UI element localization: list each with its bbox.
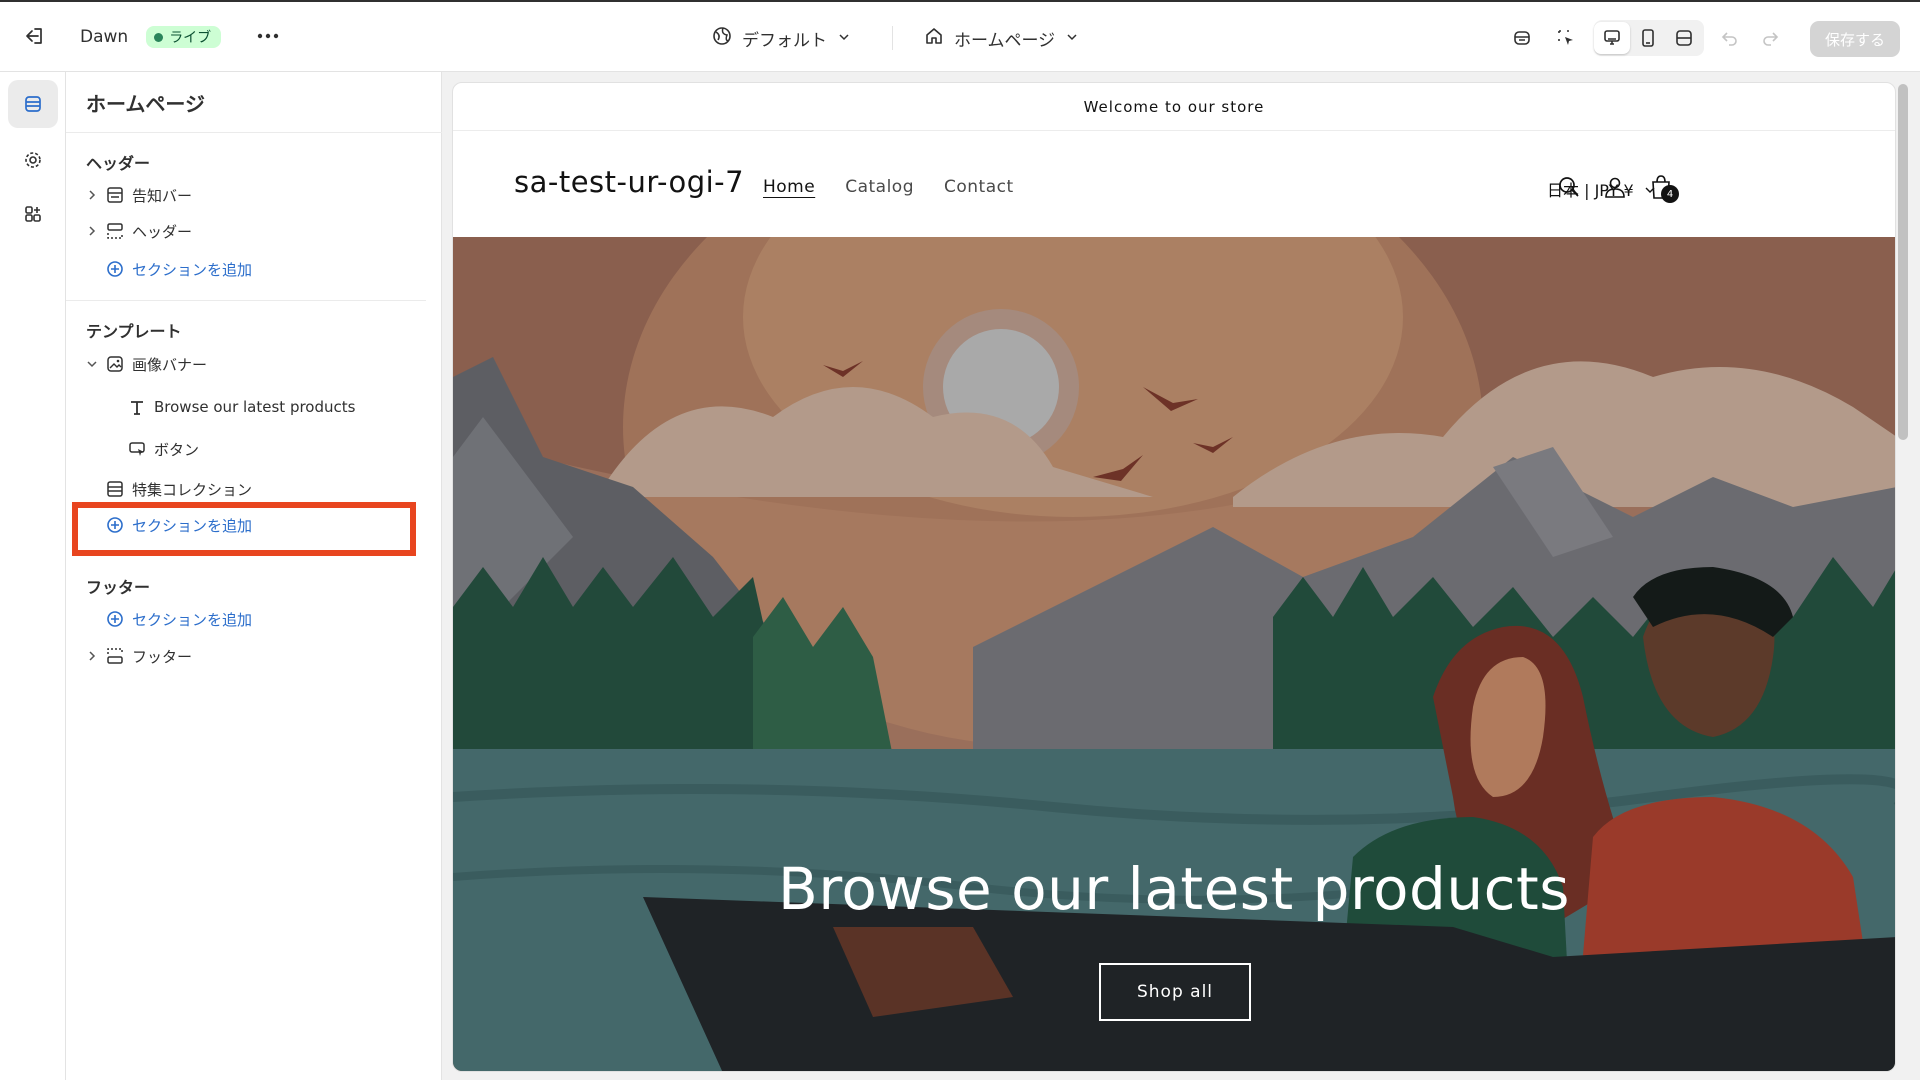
section-label: 画像バナー: [132, 355, 208, 374]
nav-link-contact[interactable]: Contact: [944, 177, 1014, 197]
undo-icon[interactable]: [1710, 18, 1750, 58]
nav-link-home[interactable]: Home: [763, 177, 815, 197]
store-header: sa-test-ur-ogi-7 Home Catalog Contact 日本…: [453, 131, 1895, 237]
exit-icon[interactable]: [14, 16, 54, 56]
add-section-header-button[interactable]: セクションを追加: [66, 252, 252, 286]
highlight-annotation-box: [72, 502, 416, 556]
add-section-footer-button[interactable]: セクションを追加: [66, 602, 252, 636]
home-icon: [924, 26, 944, 51]
section-label: ヘッダー: [132, 222, 193, 241]
page-label: ホームページ: [954, 31, 1056, 51]
announcement-text: Welcome to our store: [1083, 97, 1265, 116]
section-item-featured-collection[interactable]: 特集コレクション: [66, 472, 252, 506]
chevron-right-icon[interactable]: [84, 650, 100, 662]
footer-layout-icon: [104, 645, 126, 667]
block-label: ボタン: [154, 440, 200, 459]
section-label: フッター: [132, 647, 193, 666]
mobile-view-icon[interactable]: [1630, 22, 1666, 54]
shop-all-button[interactable]: Shop all: [1099, 963, 1251, 1021]
more-actions-icon[interactable]: [248, 16, 288, 56]
collection-icon: [104, 478, 126, 500]
storefront-preview: Welcome to our store sa-test-ur-ogi-7 Ho…: [452, 82, 1896, 1072]
theme-name: Dawn: [80, 27, 129, 47]
theme-style-dropdown[interactable]: デフォルト: [712, 26, 851, 51]
banner-heading: Browse our latest products: [778, 855, 1570, 923]
section-item-announcement-bar[interactable]: 告知バー: [66, 178, 192, 212]
cart-icon[interactable]: 4: [1643, 169, 1679, 205]
device-toggle-group: [1594, 20, 1704, 56]
text-icon: [126, 396, 148, 418]
banner-illustration: [453, 237, 1895, 1071]
account-icon[interactable]: [1597, 169, 1633, 205]
plus-circle-icon: [104, 608, 126, 630]
sections-icon[interactable]: [8, 80, 58, 128]
desktop-view-icon[interactable]: [1594, 22, 1630, 54]
add-section-label: セクションを追加: [132, 260, 253, 279]
image-banner[interactable]: Browse our latest products Shop all: [453, 237, 1895, 1071]
group-title-header: ヘッダー: [86, 154, 151, 173]
fullscreen-view-icon[interactable]: [1666, 22, 1702, 54]
preview-scrollbar[interactable]: [1898, 84, 1908, 440]
section-label: 告知バー: [132, 186, 193, 205]
plus-circle-icon: [104, 258, 126, 280]
section-item-header[interactable]: ヘッダー: [66, 214, 192, 248]
editor-rail: [0, 72, 66, 1080]
button-cursor-icon: [126, 438, 148, 460]
default-label: デフォルト: [742, 31, 827, 51]
image-icon: [104, 353, 126, 375]
live-dot-icon: [154, 32, 164, 42]
save-button[interactable]: 保存する: [1810, 21, 1900, 57]
apps-icon[interactable]: [8, 190, 58, 238]
section-item-image-banner[interactable]: 画像バナー: [66, 347, 207, 381]
main-nav: Home Catalog Contact: [763, 177, 1014, 197]
announcement-bar-icon: [104, 184, 126, 206]
page-title: ホームページ: [86, 92, 205, 116]
add-section-label: セクションを追加: [132, 610, 253, 629]
section-item-footer[interactable]: フッター: [66, 639, 192, 673]
topbar-divider: [892, 26, 893, 50]
page-selector-dropdown[interactable]: ホームページ: [924, 26, 1079, 51]
chevron-right-icon[interactable]: [84, 189, 100, 201]
nav-link-catalog[interactable]: Catalog: [845, 177, 914, 197]
live-badge-label: ライブ: [169, 30, 212, 46]
sections-sidebar: ホームページ ヘッダー 告知バー ヘッダー セクションを追加 テンプレート 画像…: [66, 72, 442, 1080]
announcement-bar: Welcome to our store: [453, 83, 1895, 131]
redo-icon[interactable]: [1750, 18, 1790, 58]
group-title-footer: フッター: [86, 578, 151, 597]
chevron-right-icon[interactable]: [84, 225, 100, 237]
cart-count-badge: 4: [1661, 185, 1679, 203]
editor-topbar: Dawn ライブ デフォルト ホームページ 保存する: [0, 0, 1920, 72]
group-title-template: テンプレート: [86, 322, 182, 341]
live-badge: ライブ: [146, 26, 222, 48]
divider: [66, 132, 442, 133]
block-item-button[interactable]: ボタン: [66, 432, 199, 466]
block-label: Browse our latest products: [154, 398, 356, 416]
app-embed-icon[interactable]: [1502, 18, 1542, 58]
store-name[interactable]: sa-test-ur-ogi-7: [514, 165, 744, 199]
chevron-down-icon[interactable]: [84, 359, 100, 369]
header-layout-icon: [104, 220, 126, 242]
chevron-down-icon: [837, 29, 851, 49]
search-icon[interactable]: [1551, 169, 1587, 205]
inspector-cursor-icon[interactable]: [1546, 18, 1586, 58]
divider: [66, 300, 426, 301]
section-label: 特集コレクション: [132, 480, 253, 499]
block-item-heading[interactable]: Browse our latest products: [66, 390, 355, 424]
chevron-down-icon: [1065, 29, 1079, 49]
globe-icon: [712, 26, 732, 51]
theme-settings-gear-icon[interactable]: [8, 136, 58, 184]
